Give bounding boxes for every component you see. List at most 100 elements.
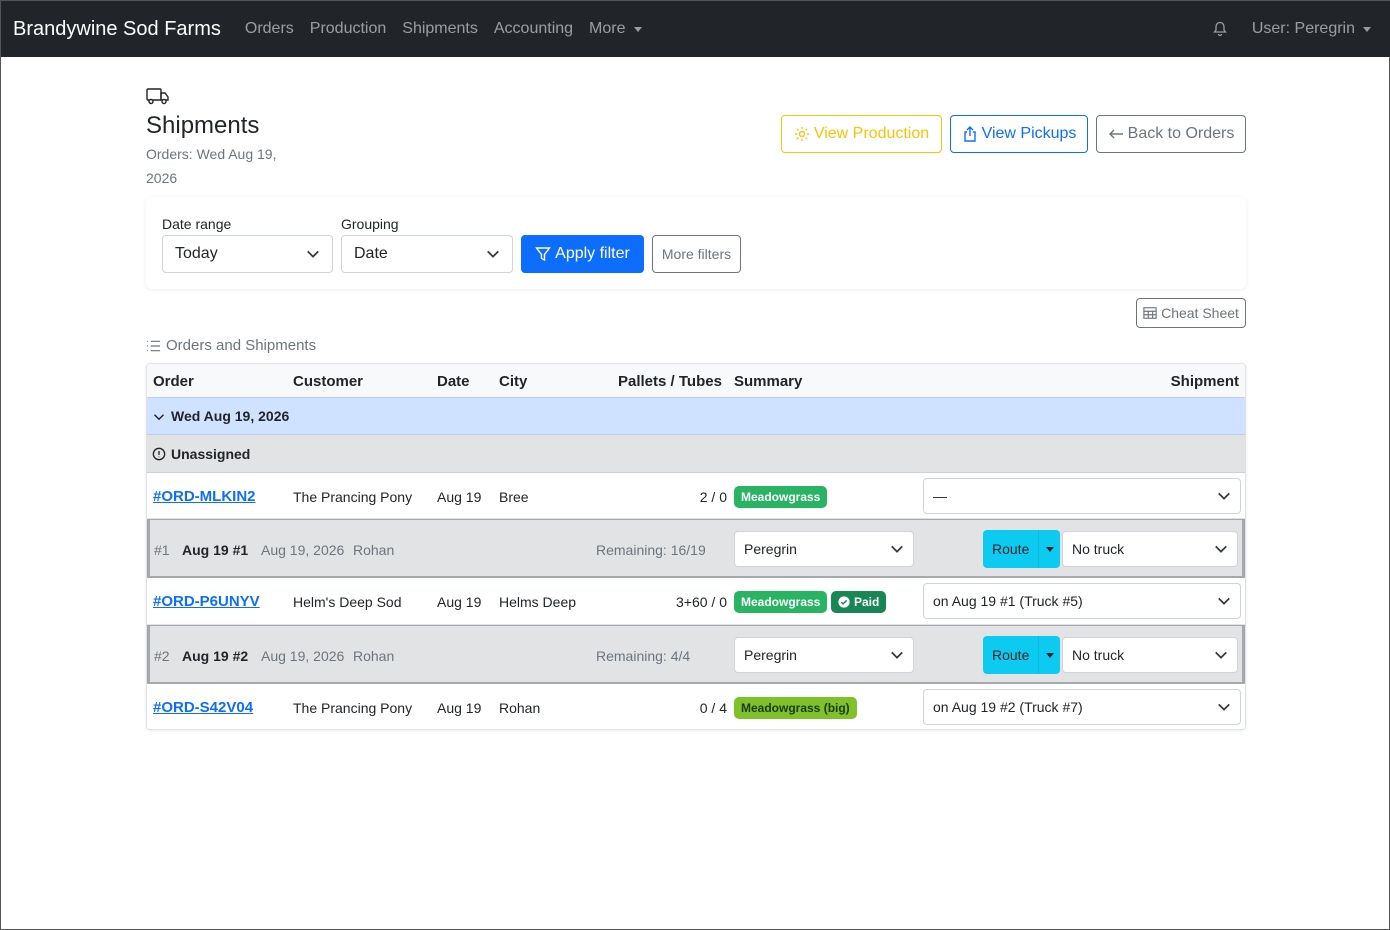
view-production-label: View Production xyxy=(813,125,930,142)
page-subtitle: Orders: Wed Aug 19, 2026 xyxy=(146,146,277,186)
chevron-down-icon xyxy=(1218,597,1230,605)
bell-icon[interactable] xyxy=(1212,21,1228,37)
shipment-number: #1 xyxy=(154,542,170,558)
table-row: #ORD-MLKIN2 The Prancing Pony Aug 19 Bre… xyxy=(147,473,1245,519)
route-dropdown-toggle[interactable] xyxy=(1038,530,1060,568)
order-customer: The Prancing Pony xyxy=(293,700,413,716)
shipment-value: — xyxy=(933,488,947,504)
col-customer: Customer xyxy=(293,373,364,390)
brand-logo-text[interactable]: Brandywine Sod Farms xyxy=(13,18,221,41)
shipment-place: Rohan xyxy=(353,648,395,664)
grouping-select[interactable]: Date xyxy=(341,235,513,273)
top-navbar: Brandywine Sod Farms Orders Production S… xyxy=(1,1,1390,57)
back-to-orders-button[interactable]: Back to Orders xyxy=(1096,115,1246,153)
order-pallets: 2 / 0 xyxy=(699,489,727,505)
product-badge: Meadowgrass xyxy=(734,591,828,613)
chevron-down-icon xyxy=(1215,651,1227,659)
nav-orders[interactable]: Orders xyxy=(245,20,294,38)
shipment-select[interactable]: on Aug 19 #2 (Truck #7) xyxy=(923,689,1241,725)
exclamation-circle-icon xyxy=(152,447,166,461)
route-dropdown-toggle[interactable] xyxy=(1038,636,1060,674)
shipment-row: #2 Aug 19 #2 Aug 19, 2026 Rohan Remainin… xyxy=(147,625,1245,684)
order-id-link[interactable]: #ORD-P6UNYV xyxy=(153,593,260,610)
truck-select[interactable]: No truck xyxy=(1062,637,1238,673)
chevron-down-icon xyxy=(153,414,165,421)
page-title: Shipments xyxy=(146,112,260,139)
grouping-label: Grouping xyxy=(341,216,399,232)
driver-value: Peregrin xyxy=(744,541,797,557)
list-icon xyxy=(146,340,161,351)
shipment-date: Aug 19, 2026 xyxy=(261,542,345,558)
route-split-button[interactable]: Route xyxy=(983,530,1061,568)
group-row[interactable]: Wed Aug 19, 2026 xyxy=(147,397,1245,435)
order-customer: The Prancing Pony xyxy=(293,489,413,505)
shipment-value: on Aug 19 #1 (Truck #5) xyxy=(933,593,1083,609)
group-date: Wed Aug 19, 2026 xyxy=(171,408,290,424)
truck-icon xyxy=(146,88,169,105)
chevron-down-icon xyxy=(487,250,499,258)
chevron-down-icon xyxy=(891,545,903,553)
caret-down-icon xyxy=(1045,546,1054,552)
truck-select[interactable]: No truck xyxy=(1062,531,1238,567)
caret-down-icon xyxy=(1363,26,1371,32)
table-icon xyxy=(1143,307,1157,319)
check-circle-icon xyxy=(838,596,850,608)
nav-accounting[interactable]: Accounting xyxy=(494,20,573,38)
view-pickups-label: View Pickups xyxy=(981,125,1077,142)
arrow-left-icon xyxy=(1108,129,1123,139)
chevron-down-icon xyxy=(307,250,319,258)
chevron-down-icon xyxy=(1218,703,1230,711)
product-badge: Meadowgrass xyxy=(734,486,828,508)
shipment-number: #2 xyxy=(154,648,170,664)
date-range-value: Today xyxy=(175,245,218,262)
order-id-link[interactable]: #ORD-MLKIN2 xyxy=(153,488,256,505)
nav-shipments[interactable]: Shipments xyxy=(402,20,478,38)
shipment-select[interactable]: — xyxy=(923,478,1241,514)
nav-more-label: More xyxy=(589,20,626,37)
nav-production[interactable]: Production xyxy=(310,20,387,38)
table-header-row: Order Customer Date City Pallets / Tubes… xyxy=(147,364,1245,397)
shipment-select[interactable]: on Aug 19 #1 (Truck #5) xyxy=(923,583,1241,619)
view-pickups-button[interactable]: View Pickups xyxy=(950,115,1088,153)
date-range-label: Date range xyxy=(162,216,232,232)
date-range-select[interactable]: Today xyxy=(162,235,333,273)
col-order: Order xyxy=(153,373,194,390)
truck-value: No truck xyxy=(1072,541,1125,557)
col-shipment: Shipment xyxy=(1170,373,1239,390)
caret-down-icon xyxy=(633,26,642,32)
col-date: Date xyxy=(437,373,470,390)
route-button-label: Route xyxy=(992,647,1030,663)
chevron-down-icon xyxy=(891,651,903,659)
view-production-button[interactable]: View Production xyxy=(781,115,942,153)
chevron-down-icon xyxy=(1215,545,1227,553)
orders-table: Order Customer Date City Pallets / Tubes… xyxy=(146,363,1246,730)
order-id-link[interactable]: #ORD-S42V04 xyxy=(153,699,253,716)
shipment-place: Rohan xyxy=(353,542,395,558)
apply-filter-button[interactable]: Apply filter xyxy=(521,235,644,273)
shipment-remaining: Remaining: 16/19 xyxy=(596,542,706,558)
route-split-button[interactable]: Route xyxy=(983,636,1061,674)
nav-more-dropdown[interactable]: More xyxy=(589,20,642,38)
col-city: City xyxy=(499,373,528,390)
more-filters-button[interactable]: More filters xyxy=(652,235,741,273)
cheat-sheet-button[interactable]: Cheat Sheet xyxy=(1136,298,1246,328)
table-row: #ORD-S42V04 The Prancing Pony Aug 19 Roh… xyxy=(147,684,1245,729)
gear-icon xyxy=(794,127,809,141)
user-menu-label: User: Peregrin xyxy=(1251,20,1355,37)
driver-select[interactable]: Peregrin xyxy=(734,637,914,673)
table-row: #ORD-P6UNYV Helm's Deep Sod Aug 19 Helms… xyxy=(147,578,1245,625)
order-date: Aug 19 xyxy=(437,594,482,610)
driver-value: Peregrin xyxy=(744,647,797,663)
unassigned-row: Unassigned xyxy=(147,435,1245,473)
paid-badge-label: Paid xyxy=(854,595,880,609)
truck-value: No truck xyxy=(1072,647,1125,663)
order-city: Helms Deep xyxy=(499,594,577,610)
cheat-sheet-label: Cheat Sheet xyxy=(1161,305,1239,321)
shipment-row: #1 Aug 19 #1 Aug 19, 2026 Rohan Remainin… xyxy=(147,519,1245,578)
shipment-remaining: Remaining: 4/4 xyxy=(596,648,691,664)
user-menu-dropdown[interactable]: User: Peregrin xyxy=(1252,20,1371,38)
shipment-name: Aug 19 #2 xyxy=(182,648,249,664)
driver-select[interactable]: Peregrin xyxy=(734,531,914,567)
paid-badge: Paid xyxy=(831,591,887,613)
funnel-icon xyxy=(535,247,552,262)
